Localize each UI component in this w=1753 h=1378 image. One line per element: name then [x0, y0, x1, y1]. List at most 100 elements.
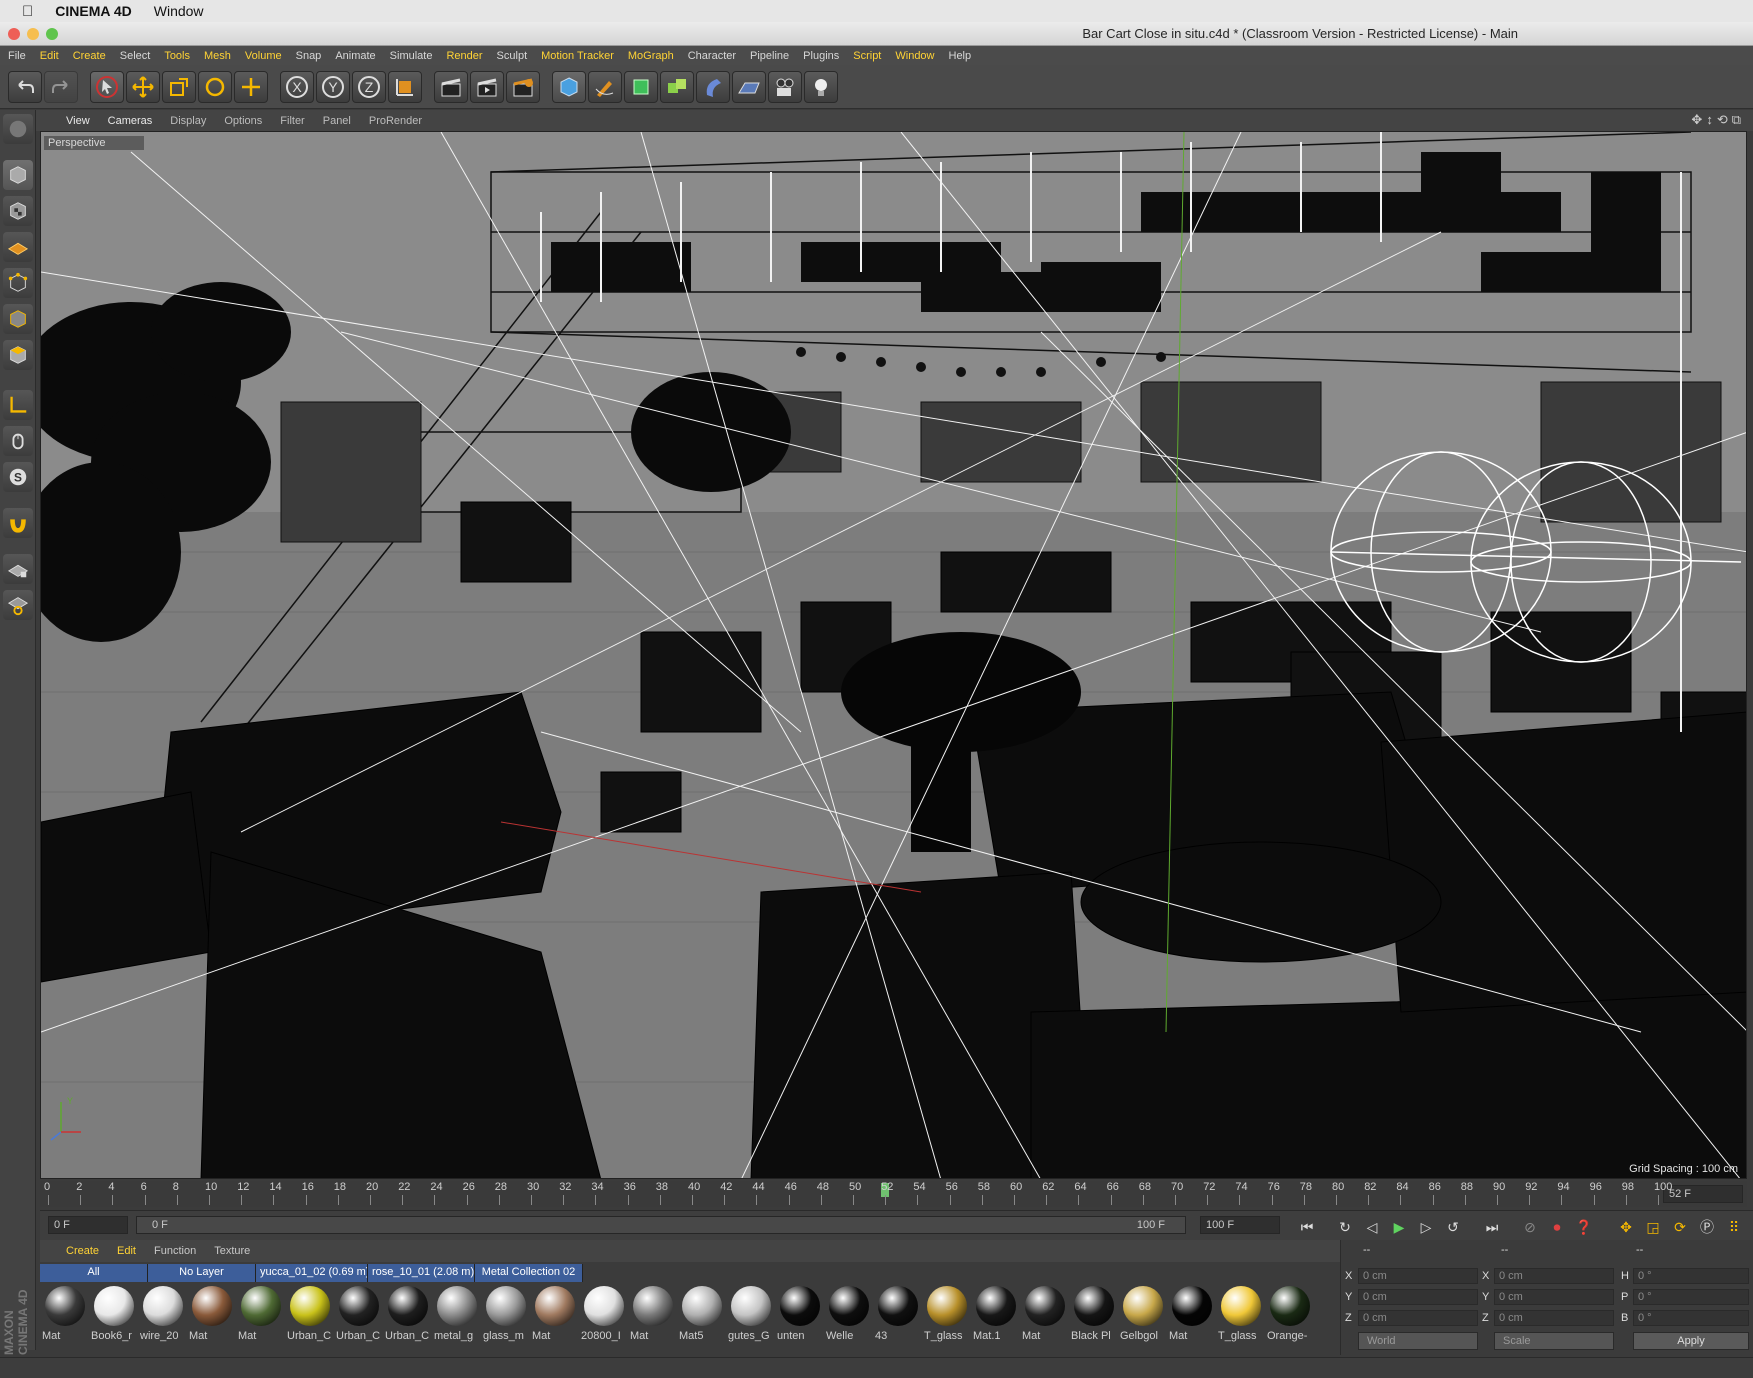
record-button[interactable]: ⏺: [1545, 1216, 1569, 1238]
make-editable-button[interactable]: [3, 114, 33, 144]
autokey-button[interactable]: ❓: [1572, 1216, 1596, 1238]
render-to-picture-viewer-button[interactable]: [470, 71, 504, 103]
material-swatch[interactable]: 20800_I: [581, 1284, 626, 1346]
pos-x-field[interactable]: 0 cm: [1358, 1268, 1478, 1284]
material-swatch[interactable]: T_glass: [1218, 1284, 1263, 1346]
menu-window[interactable]: Window: [895, 50, 934, 62]
size-y-field[interactable]: 0 cm: [1494, 1289, 1614, 1305]
layer-tab[interactable]: Metal Collection 02: [475, 1264, 583, 1282]
model-mode-button[interactable]: [3, 160, 33, 190]
material-swatch[interactable]: Urban_C: [385, 1284, 430, 1346]
material-swatch[interactable]: T_glass: [924, 1284, 969, 1346]
viewport-menu-display[interactable]: Display: [170, 115, 206, 127]
motion-path-button[interactable]: ⊘: [1518, 1216, 1542, 1238]
deformer-button[interactable]: [696, 71, 730, 103]
material-swatch[interactable]: gutes_G: [728, 1284, 773, 1346]
magnet-button[interactable]: [3, 508, 33, 538]
minimize-window-button[interactable]: [27, 28, 39, 40]
material-swatch[interactable]: Book6_r: [91, 1284, 136, 1346]
menu-simulate[interactable]: Simulate: [390, 50, 433, 62]
coordinate-system-button[interactable]: [388, 71, 422, 103]
scale-tool-button[interactable]: [162, 71, 196, 103]
material-swatch[interactable]: Mat: [189, 1284, 234, 1346]
viewport-menu-options[interactable]: Options: [224, 115, 262, 127]
previous-frame-button[interactable]: ◁: [1360, 1216, 1384, 1238]
rot-p-field[interactable]: 0 °: [1633, 1289, 1749, 1305]
key-scale-button[interactable]: ◲: [1641, 1216, 1665, 1238]
material-menu-edit[interactable]: Edit: [117, 1245, 136, 1257]
tweak-mode-button[interactable]: [3, 426, 33, 456]
light-button[interactable]: [804, 71, 838, 103]
pos-z-field[interactable]: 0 cm: [1358, 1310, 1478, 1326]
viewport-menu-cameras[interactable]: Cameras: [108, 115, 153, 127]
menu-edit[interactable]: Edit: [40, 50, 59, 62]
subdivision-button[interactable]: [624, 71, 658, 103]
menu-help[interactable]: Help: [949, 50, 972, 62]
material-swatch[interactable]: Gelbgol: [1120, 1284, 1165, 1346]
material-swatch[interactable]: 43: [875, 1284, 920, 1346]
material-swatch[interactable]: Mat: [238, 1284, 283, 1346]
material-menu-function[interactable]: Function: [154, 1245, 196, 1257]
material-swatch[interactable]: Mat.1: [973, 1284, 1018, 1346]
menu-tools[interactable]: Tools: [164, 50, 190, 62]
menu-character[interactable]: Character: [688, 50, 736, 62]
material-swatch[interactable]: glass_m: [483, 1284, 528, 1346]
key-rotation-button[interactable]: ⟳: [1668, 1216, 1692, 1238]
current-frame-field[interactable]: 52 F: [1663, 1185, 1743, 1203]
menu-pipeline[interactable]: Pipeline: [750, 50, 789, 62]
z-axis-lock-button[interactable]: Z: [352, 71, 386, 103]
layer-tab[interactable]: rose_10_01 (2.08 m): [368, 1264, 475, 1282]
enable-axis-button[interactable]: [3, 390, 33, 420]
mac-menu-window[interactable]: Window: [154, 3, 204, 19]
menu-script[interactable]: Script: [853, 50, 881, 62]
menu-volume[interactable]: Volume: [245, 50, 282, 62]
move-tool-button[interactable]: [126, 71, 160, 103]
render-settings-button[interactable]: [506, 71, 540, 103]
array-button[interactable]: [660, 71, 694, 103]
polygons-mode-button[interactable]: [3, 340, 33, 370]
render-view-button[interactable]: [434, 71, 468, 103]
material-swatch[interactable]: Mat: [1022, 1284, 1067, 1346]
close-window-button[interactable]: [8, 28, 20, 40]
size-z-field[interactable]: 0 cm: [1494, 1310, 1614, 1326]
3d-viewport[interactable]: Perspective Y Grid Spacing : 100 cm: [40, 131, 1747, 1179]
material-swatch[interactable]: Black Pl: [1071, 1284, 1116, 1346]
key-parameter-button[interactable]: Ⓟ: [1695, 1216, 1719, 1238]
material-swatch[interactable]: Urban_C: [336, 1284, 381, 1346]
undo-button[interactable]: [8, 71, 42, 103]
material-swatch[interactable]: Mat5: [679, 1284, 724, 1346]
viewport-camera-label[interactable]: Perspective: [44, 136, 144, 150]
material-swatch[interactable]: unten: [777, 1284, 822, 1346]
y-axis-lock-button[interactable]: Y: [316, 71, 350, 103]
material-swatch[interactable]: Mat: [42, 1284, 87, 1346]
layer-tab[interactable]: yucca_01_02 (0.69 m): [256, 1264, 368, 1282]
snapping-button[interactable]: S: [3, 462, 33, 492]
end-frame-field[interactable]: 100 F: [1200, 1216, 1280, 1234]
recent-tool-button[interactable]: [234, 71, 268, 103]
material-swatch[interactable]: Mat: [532, 1284, 577, 1346]
points-mode-button[interactable]: [3, 268, 33, 298]
frame-range-slider[interactable]: 0 F 100 F: [136, 1216, 1186, 1234]
menu-snap[interactable]: Snap: [296, 50, 322, 62]
size-mode-dropdown[interactable]: Scale: [1494, 1332, 1614, 1350]
material-swatch[interactable]: Welle: [826, 1284, 871, 1346]
material-swatch[interactable]: Orange-: [1267, 1284, 1312, 1346]
layer-tab[interactable]: No Layer: [148, 1264, 256, 1282]
mac-app-name[interactable]: CINEMA 4D: [55, 3, 132, 19]
next-frame-button[interactable]: ▷: [1414, 1216, 1438, 1238]
menu-render[interactable]: Render: [446, 50, 482, 62]
go-to-start-button[interactable]: ⏮: [1295, 1216, 1319, 1238]
previous-key-button[interactable]: ↻: [1333, 1216, 1357, 1238]
material-swatch[interactable]: Mat: [1169, 1284, 1214, 1346]
workplane-mode-button[interactable]: [3, 232, 33, 262]
menu-animate[interactable]: Animate: [335, 50, 375, 62]
zoom-window-button[interactable]: [46, 28, 58, 40]
material-swatch[interactable]: Urban_C: [287, 1284, 332, 1346]
apple-icon[interactable]: : [22, 3, 33, 20]
rot-h-field[interactable]: 0 °: [1633, 1268, 1749, 1284]
redo-button[interactable]: [44, 71, 78, 103]
menu-plugins[interactable]: Plugins: [803, 50, 839, 62]
material-menu-create[interactable]: Create: [66, 1245, 99, 1257]
viewport-menu-view[interactable]: View: [66, 115, 90, 127]
material-menu-texture[interactable]: Texture: [214, 1245, 250, 1257]
